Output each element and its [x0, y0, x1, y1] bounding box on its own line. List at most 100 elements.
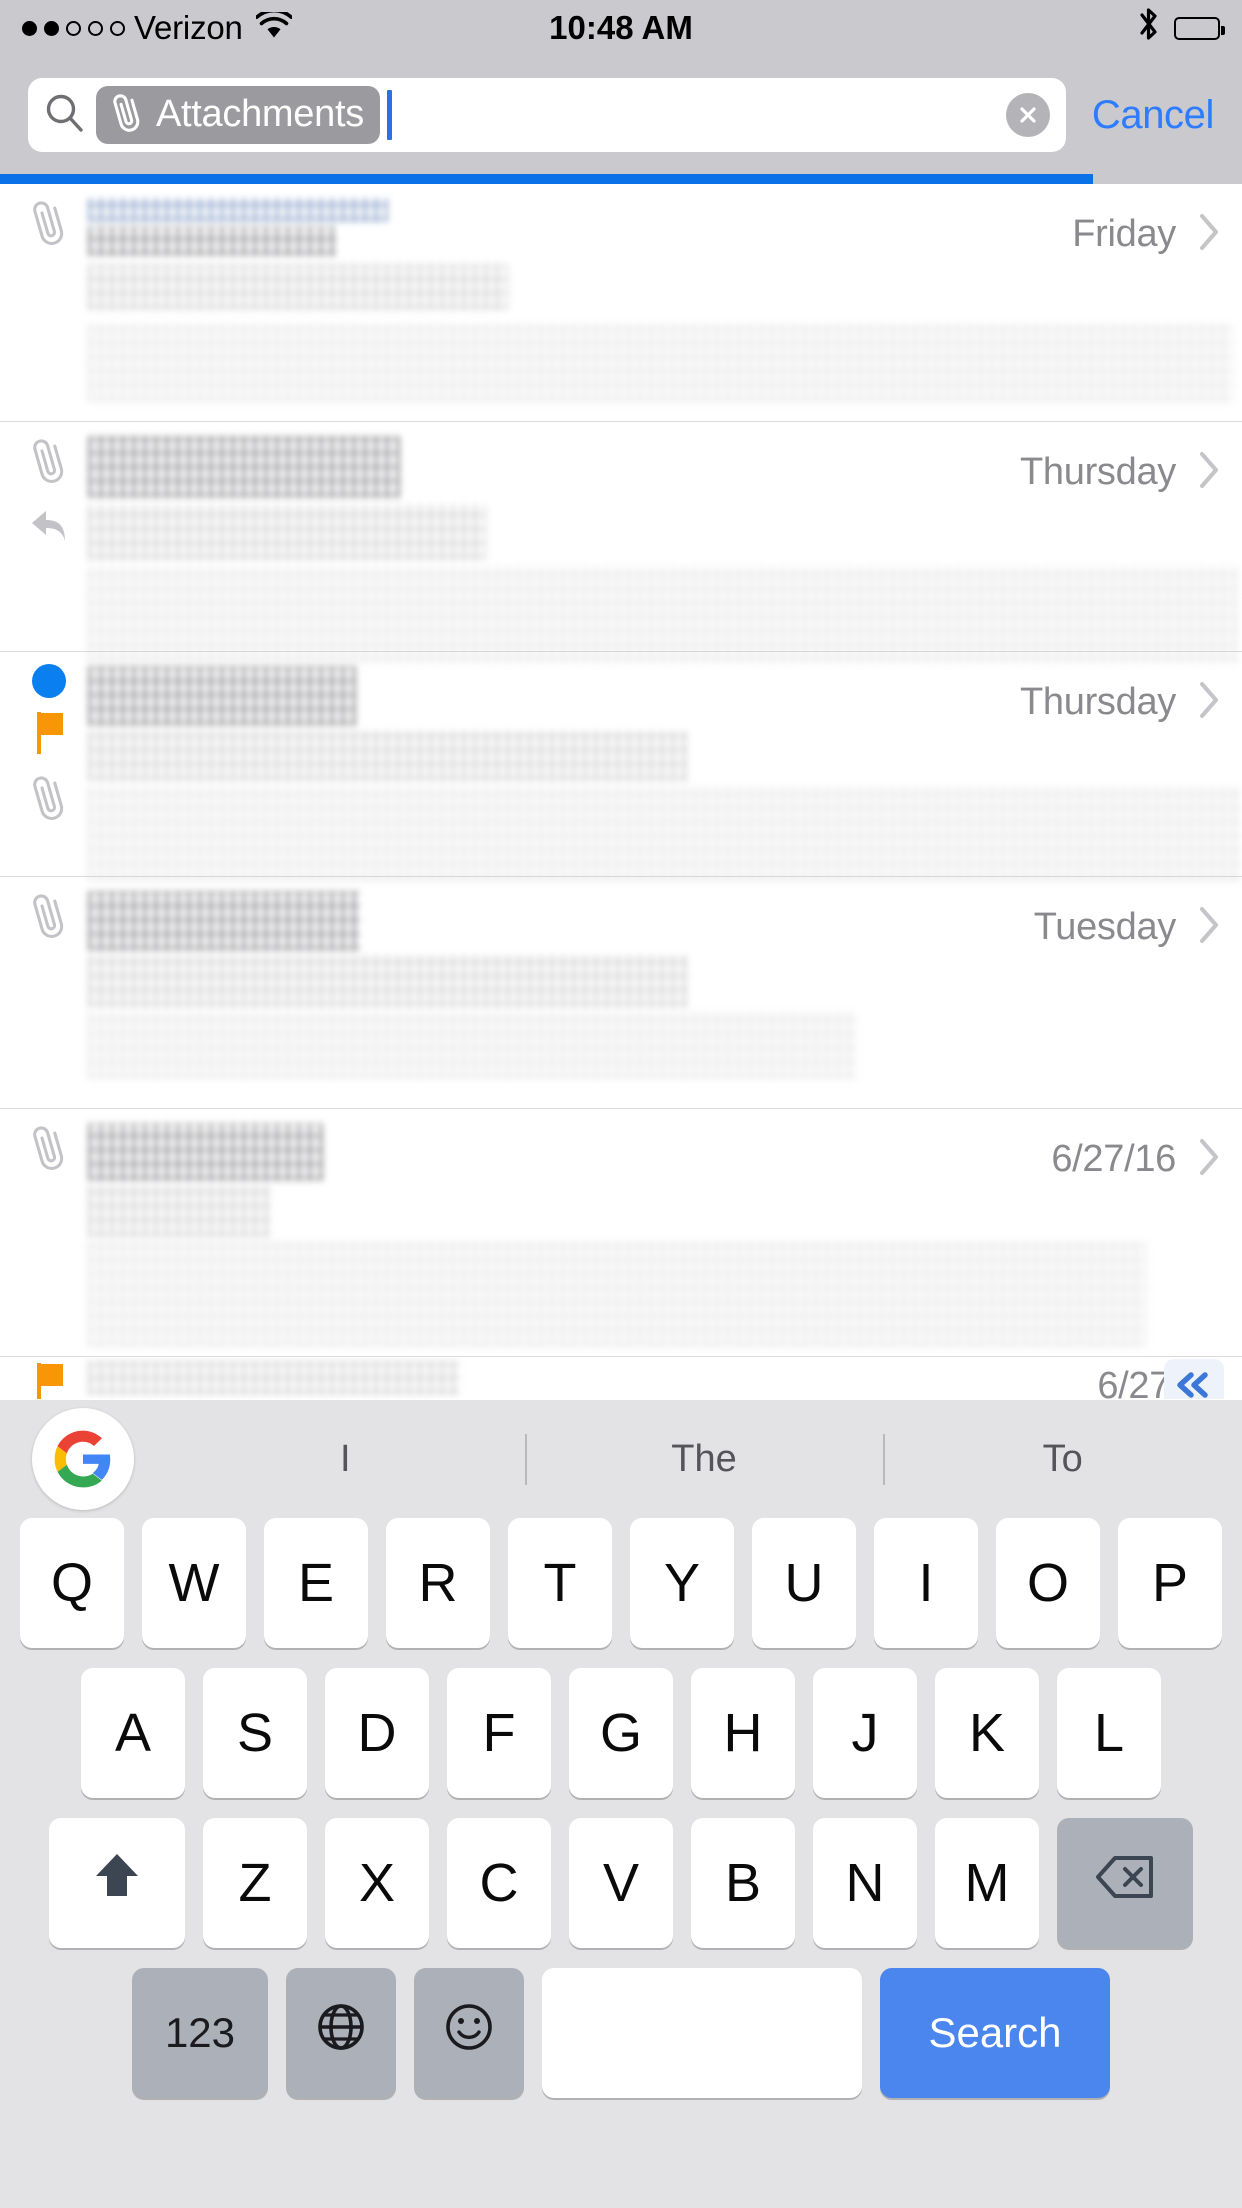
signal-dot — [66, 20, 81, 36]
suggestion-list: I The To — [166, 1426, 1242, 1493]
row-badges — [18, 1357, 80, 1399]
signal-dot — [110, 20, 125, 36]
key-q[interactable]: Q — [20, 1518, 124, 1648]
globe-icon — [315, 2001, 367, 2066]
table-row[interactable]: 6/27/16 — [0, 1109, 1242, 1357]
key-r[interactable]: R — [386, 1518, 490, 1648]
status-bar-right — [1138, 6, 1225, 50]
chevron-right-icon — [1196, 678, 1222, 727]
key-p[interactable]: P — [1118, 1518, 1222, 1648]
key-d[interactable]: D — [325, 1668, 429, 1798]
search-input[interactable]: Attachments — [28, 78, 1066, 152]
keyboard-row-3: Z X C V B N M — [0, 1818, 1242, 1948]
row-date: Tuesday — [1033, 906, 1177, 948]
search-token-label: Attachments — [156, 92, 364, 135]
row-date: Thursday — [1019, 451, 1176, 493]
row-meta: Tuesday — [1034, 903, 1222, 952]
paperclip-icon — [29, 1121, 69, 1178]
search-progress-bar — [0, 174, 1242, 184]
phone-screen: Verizon 10:48 AM Attachments Cancel Frid… — [0, 0, 1242, 2208]
table-row[interactable]: Thursday — [0, 652, 1242, 881]
signal-dot — [22, 20, 37, 36]
table-row-partial[interactable]: 6/27/16 — [0, 1357, 1242, 1399]
unread-dot — [32, 664, 66, 698]
row-badges — [18, 184, 80, 253]
key-i[interactable]: I — [874, 1518, 978, 1648]
shift-key[interactable] — [49, 1818, 185, 1948]
chevron-right-icon — [1196, 210, 1222, 259]
paperclip-icon — [29, 889, 69, 946]
search-icon — [44, 92, 86, 139]
key-a[interactable]: A — [81, 1668, 185, 1798]
suggestion-item[interactable]: I — [166, 1426, 525, 1493]
keyboard-row-4: 123 Search — [0, 1968, 1242, 2098]
table-row[interactable]: Thursday — [0, 422, 1242, 662]
backspace-key[interactable] — [1057, 1818, 1193, 1948]
backspace-icon — [1094, 1852, 1156, 1914]
mail-results-list[interactable]: Friday Thursday Thursday Tuesday 6/27/16… — [0, 184, 1242, 1400]
key-y[interactable]: Y — [630, 1518, 734, 1648]
signal-dot — [44, 20, 59, 36]
key-h[interactable]: H — [691, 1668, 795, 1798]
keyboard-row-1: Q W E R T Y U I O P — [0, 1518, 1242, 1648]
row-meta: Thursday — [1020, 448, 1222, 497]
cancel-button[interactable]: Cancel — [1092, 93, 1215, 138]
google-g-icon[interactable] — [32, 1408, 134, 1510]
emoji-smiley-icon — [443, 2001, 495, 2066]
key-s[interactable]: S — [203, 1668, 307, 1798]
row-date: 6/27/16 — [1051, 1138, 1176, 1180]
paperclip-icon — [29, 771, 69, 828]
emoji-key[interactable] — [414, 1968, 524, 2098]
globe-key[interactable] — [286, 1968, 396, 2098]
key-c[interactable]: C — [447, 1818, 551, 1948]
paperclip-icon — [29, 196, 69, 253]
chevron-right-icon — [1196, 1135, 1222, 1184]
signal-strength-dots — [22, 20, 125, 36]
key-v[interactable]: V — [569, 1818, 673, 1948]
row-date: Friday — [1072, 213, 1176, 255]
space-key[interactable] — [542, 1968, 862, 2098]
row-meta: 6/27/16 — [1051, 1135, 1222, 1184]
row-meta: Thursday — [1020, 678, 1222, 727]
search-token-attachments[interactable]: Attachments — [96, 86, 380, 144]
keyboard-row-2: A S D F G H J K L — [0, 1668, 1242, 1798]
suggestion-item[interactable]: The — [524, 1426, 884, 1493]
row-badges — [18, 877, 80, 946]
key-w[interactable]: W — [142, 1518, 246, 1648]
key-x[interactable]: X — [325, 1818, 429, 1948]
key-f[interactable]: F — [447, 1668, 551, 1798]
battery-icon — [1174, 16, 1225, 40]
bluetooth-icon — [1138, 6, 1160, 50]
numeric-key[interactable]: 123 — [132, 1968, 268, 2098]
row-date: Thursday — [1019, 681, 1176, 723]
row-content — [88, 1357, 1242, 1399]
paperclip-icon — [110, 90, 144, 139]
clear-search-button[interactable] — [1005, 93, 1050, 137]
key-z[interactable]: Z — [203, 1818, 307, 1948]
signal-dot — [88, 20, 103, 36]
key-b[interactable]: B — [691, 1818, 795, 1948]
key-l[interactable]: L — [1057, 1668, 1161, 1798]
row-badges — [18, 1109, 80, 1178]
key-t[interactable]: T — [508, 1518, 612, 1648]
double-chevron-icon[interactable] — [1164, 1359, 1224, 1399]
flag-icon — [32, 1359, 66, 1399]
key-u[interactable]: U — [752, 1518, 856, 1648]
row-badges — [18, 422, 80, 552]
carrier-label: Verizon — [134, 9, 243, 46]
key-j[interactable]: J — [813, 1668, 917, 1798]
text-caret — [386, 90, 392, 140]
wifi-icon — [254, 8, 293, 47]
table-row[interactable]: Friday — [0, 184, 1242, 422]
key-e[interactable]: E — [264, 1518, 368, 1648]
key-k[interactable]: K — [935, 1668, 1039, 1798]
suggestion-item[interactable]: To — [883, 1426, 1242, 1493]
row-meta: Friday — [1072, 210, 1222, 259]
key-n[interactable]: N — [813, 1818, 917, 1948]
key-g[interactable]: G — [569, 1668, 673, 1798]
status-bar: Verizon 10:48 AM — [0, 0, 1242, 56]
table-row[interactable]: Tuesday — [0, 877, 1242, 1109]
search-key[interactable]: Search — [880, 1968, 1110, 2098]
key-m[interactable]: M — [935, 1818, 1039, 1948]
key-o[interactable]: O — [996, 1518, 1100, 1648]
